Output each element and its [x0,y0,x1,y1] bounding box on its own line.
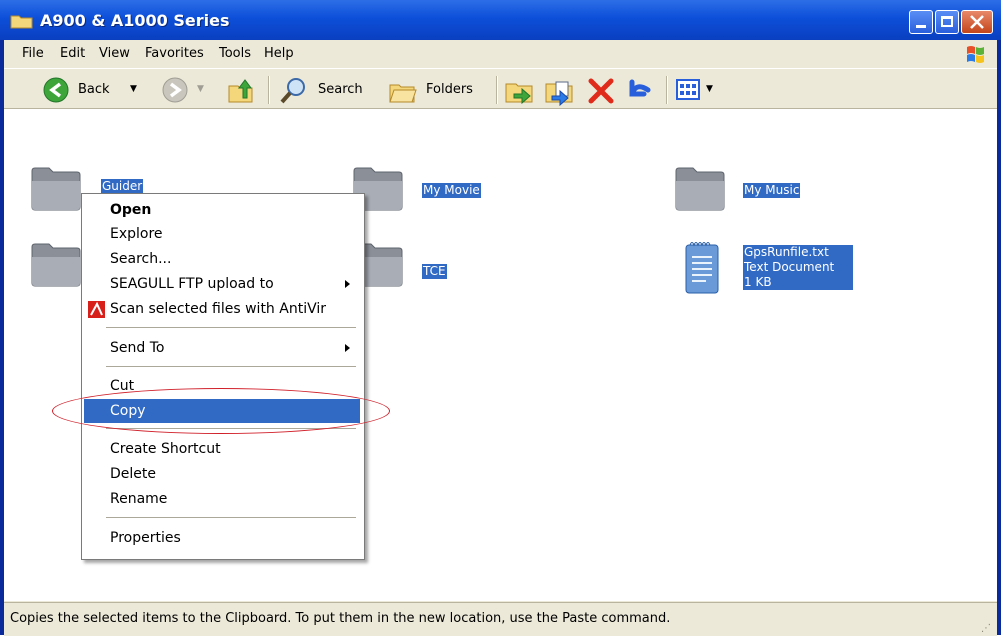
file-type: Text Document [744,260,835,274]
context-menu: Open Explore Search... SEAGULL FTP uploa… [81,193,365,560]
back-label: Back [78,82,110,97]
copy-to-icon[interactable] [544,76,576,106]
text-document-icon[interactable] [682,237,722,297]
menu-item-open[interactable]: Open [84,198,360,222]
forward-arrow-icon [162,77,188,103]
menu-favorites[interactable]: Favorites [145,46,204,61]
minimize-button[interactable] [909,10,933,34]
chevron-down-icon[interactable]: ▼ [130,84,137,94]
antivir-icon [88,301,105,318]
file-size: 1 KB [744,275,772,289]
maximize-icon [941,16,953,27]
menu-tools[interactable]: Tools [219,46,251,61]
menu-item-rename[interactable]: Rename [84,487,360,511]
undo-icon[interactable] [624,76,654,106]
menu-separator [106,327,356,328]
toolbar-separator [666,76,667,104]
close-button[interactable] [961,10,993,34]
folders-icon [389,84,417,103]
maximize-button[interactable] [935,10,959,34]
menu-separator [106,366,356,367]
toolbar-separator [268,76,269,104]
menu-item-send-to[interactable]: Send To [84,336,360,360]
folder-icon[interactable] [672,161,728,213]
item-label-my-movie[interactable]: My Movie [422,183,481,198]
toolbar: Back ▼ ▼ Search Folders ▼ [4,70,997,111]
forward-button[interactable]: ▼ [157,74,211,106]
item-label-my-music[interactable]: My Music [743,183,801,198]
submenu-arrow-icon [345,280,350,288]
toolbar-separator [496,76,497,104]
status-bar: Copies the selected items to the Clipboa… [4,602,997,636]
menu-item-create-shortcut[interactable]: Create Shortcut [84,437,360,461]
menu-edit[interactable]: Edit [60,46,85,61]
back-arrow-icon [43,77,69,103]
menu-file[interactable]: File [22,46,44,61]
search-label: Search [318,82,363,97]
item-label-tce[interactable]: TCE [422,264,447,279]
delete-icon[interactable] [586,76,616,106]
back-button[interactable]: Back ▼ [38,74,150,106]
search-icon [280,78,305,104]
file-name: GpsRunfile.txt [744,245,829,259]
views-button[interactable]: ▼ [674,74,720,106]
menu-view[interactable]: View [99,46,130,61]
minimize-icon [916,25,926,28]
close-icon [970,15,984,29]
menu-item-seagull-ftp[interactable]: SEAGULL FTP upload to [84,272,360,296]
annotation-ellipse [52,388,390,434]
item-label-guider[interactable]: Guider [101,179,144,194]
item-label-gpsrunfile[interactable]: GpsRunfile.txt Text Document 1 KB [743,245,853,290]
menu-item-delete[interactable]: Delete [84,462,360,486]
status-text: Copies the selected items to the Clipboa… [10,611,671,626]
views-icon [676,79,700,100]
menu-item-explore[interactable]: Explore [84,222,360,246]
folders-button[interactable]: Folders [386,74,490,106]
search-button[interactable]: Search [276,74,376,106]
folder-icon[interactable] [28,237,84,289]
menu-item-search[interactable]: Search... [84,247,360,271]
window-title: A900 & A1000 Series [40,11,230,30]
folder-icon[interactable] [28,161,84,213]
menu-item-antivir-scan[interactable]: Scan selected files with AntiVir [84,297,360,321]
folders-label: Folders [426,82,473,97]
chevron-down-icon[interactable]: ▼ [706,84,713,94]
move-to-icon[interactable] [504,76,536,106]
menu-item-properties[interactable]: Properties [84,526,360,550]
submenu-arrow-icon [345,344,350,352]
windows-logo-icon [967,46,984,63]
chevron-down-icon[interactable]: ▼ [197,84,204,94]
up-folder-icon[interactable] [226,76,256,106]
folder-icon [10,15,33,29]
menu-help[interactable]: Help [264,46,294,61]
menu-bar: File Edit View Favorites Tools Help [4,40,997,69]
menu-separator [106,517,356,518]
title-bar[interactable]: A900 & A1000 Series [0,0,1001,40]
resize-grip-icon[interactable]: ⋰ [981,623,991,634]
